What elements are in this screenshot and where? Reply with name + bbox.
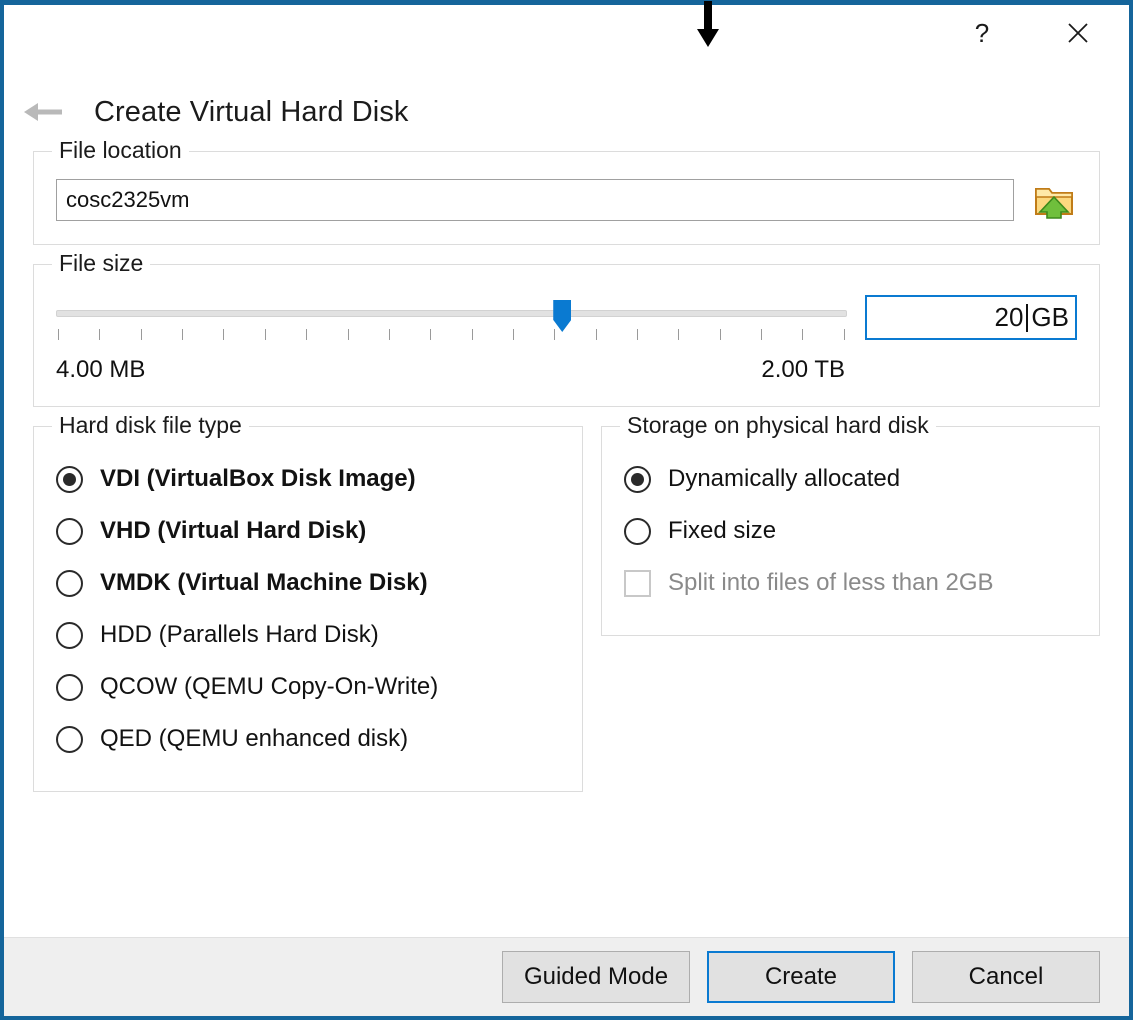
file-size-legend: File size <box>52 250 151 277</box>
radio-icon[interactable] <box>56 517 83 545</box>
slider-handle[interactable] <box>553 300 572 332</box>
hard-disk-file-type-list: VDI (VirtualBox Disk Image) VHD (Virtual … <box>56 453 560 765</box>
slider-tick <box>595 329 597 340</box>
split-files-label: Split into files of less than 2GB <box>668 569 994 596</box>
radio-icon[interactable] <box>56 673 83 701</box>
down-arrow-annotation-icon <box>697 1 719 47</box>
slider-tick <box>761 329 763 340</box>
file-size-group: File size 20 GB 4.00 MB 2.00 TB <box>33 250 1100 407</box>
hard-disk-type-option-1[interactable]: VHD (Virtual Hard Disk) <box>56 505 560 557</box>
storage-option-1[interactable]: Fixed size <box>624 505 1077 557</box>
slider-groove[interactable] <box>56 310 847 317</box>
hard-disk-type-option-5[interactable]: QED (QEMU enhanced disk) <box>56 713 560 765</box>
radio-icon[interactable] <box>56 569 83 597</box>
slider-tick <box>802 329 804 340</box>
close-icon <box>1068 23 1088 43</box>
hard-disk-type-label: VDI (VirtualBox Disk Image) <box>100 465 416 492</box>
browse-folder-button[interactable] <box>1031 178 1077 222</box>
hard-disk-type-label: QCOW (QEMU Copy-On-Write) <box>100 673 439 700</box>
page-title: Create Virtual Hard Disk <box>94 95 409 128</box>
slider-tick <box>264 329 266 340</box>
dialog-footer: Guided Mode Create Cancel <box>4 937 1129 1016</box>
file-size-slider[interactable] <box>56 295 847 347</box>
file-size-unit: GB <box>1031 302 1069 332</box>
hard-disk-file-type-group: Hard disk file type VDI (VirtualBox Disk… <box>33 412 583 792</box>
help-icon: ? <box>974 18 990 48</box>
guided-mode-button[interactable]: Guided Mode <box>502 951 690 1003</box>
file-size-spinbox[interactable]: 20 GB <box>865 295 1077 340</box>
split-files-checkbox[interactable] <box>624 569 651 597</box>
file-size-value: 20 <box>994 302 1024 332</box>
slider-tick <box>140 329 142 340</box>
options-columns: Hard disk file type VDI (VirtualBox Disk… <box>33 412 1100 792</box>
hard-disk-type-label: HDD (Parallels Hard Disk) <box>100 621 379 648</box>
hard-disk-type-option-0[interactable]: VDI (VirtualBox Disk Image) <box>56 453 560 505</box>
hard-disk-type-option-3[interactable]: HDD (Parallels Hard Disk) <box>56 609 560 661</box>
storage-option-0[interactable]: Dynamically allocated <box>624 453 1077 505</box>
slider-tick <box>554 329 556 340</box>
slider-tick <box>637 329 639 340</box>
slider-tick <box>347 329 349 340</box>
hard-disk-type-label: VMDK (Virtual Machine Disk) <box>100 569 428 596</box>
hard-disk-type-label: QED (QEMU enhanced disk) <box>100 725 409 752</box>
folder-open-icon <box>1035 188 1073 219</box>
slider-tick <box>99 329 101 340</box>
slider-tick <box>388 329 390 340</box>
slider-min-label: 4.00 MB <box>56 356 146 383</box>
hard-disk-type-option-4[interactable]: QCOW (QEMU Copy-On-Write) <box>56 661 560 713</box>
file-size-body: 20 GB 4.00 MB 2.00 TB <box>56 291 1077 384</box>
hard-disk-file-type-legend: Hard disk file type <box>52 412 249 439</box>
dialog-content: File location File size <box>4 137 1129 937</box>
storage-group: Storage on physical hard disk Dynamicall… <box>601 412 1100 636</box>
slider-max-label: 2.00 TB <box>761 356 845 383</box>
text-caret <box>1026 303 1029 332</box>
file-location-group: File location <box>33 137 1100 245</box>
file-size-slider-row: 20 GB <box>56 295 1077 347</box>
slider-tick <box>223 329 225 340</box>
storage-legend: Storage on physical hard disk <box>620 412 936 439</box>
create-virtual-hard-disk-dialog: ? Create Virtual Hard Disk File location <box>0 0 1133 1020</box>
storage-options-list: Dynamically allocated Fixed size <box>624 453 1077 557</box>
title-bar: ? <box>4 1 1129 73</box>
radio-icon[interactable] <box>624 517 651 545</box>
slider-tick <box>306 329 308 340</box>
slider-tick <box>182 329 184 340</box>
radio-icon[interactable] <box>624 465 651 493</box>
slider-tick-marks <box>58 329 845 340</box>
file-location-legend: File location <box>52 137 189 164</box>
split-files-checkbox-row[interactable]: Split into files of less than 2GB <box>624 557 1077 609</box>
file-location-row <box>56 178 1077 222</box>
hard-disk-type-label: VHD (Virtual Hard Disk) <box>100 517 367 544</box>
radio-icon[interactable] <box>56 465 83 493</box>
hard-disk-type-option-2[interactable]: VMDK (Virtual Machine Disk) <box>56 557 560 609</box>
cancel-button[interactable]: Cancel <box>912 951 1100 1003</box>
slider-tick <box>678 329 680 340</box>
slider-tick <box>843 329 845 340</box>
back-arrow-icon[interactable] <box>22 97 66 127</box>
slider-tick <box>430 329 432 340</box>
slider-tick <box>471 329 473 340</box>
radio-icon[interactable] <box>56 725 83 753</box>
create-button[interactable]: Create <box>707 951 895 1003</box>
radio-icon[interactable] <box>56 621 83 649</box>
slider-tick <box>719 329 721 340</box>
file-path-input[interactable] <box>56 179 1014 221</box>
help-button[interactable]: ? <box>959 5 1005 61</box>
slider-range-labels: 4.00 MB 2.00 TB <box>56 356 1077 384</box>
close-button[interactable] <box>1055 5 1101 61</box>
storage-option-label: Fixed size <box>668 517 777 544</box>
storage-option-label: Dynamically allocated <box>668 465 901 492</box>
slider-tick <box>512 329 514 340</box>
slider-tick <box>58 329 59 340</box>
